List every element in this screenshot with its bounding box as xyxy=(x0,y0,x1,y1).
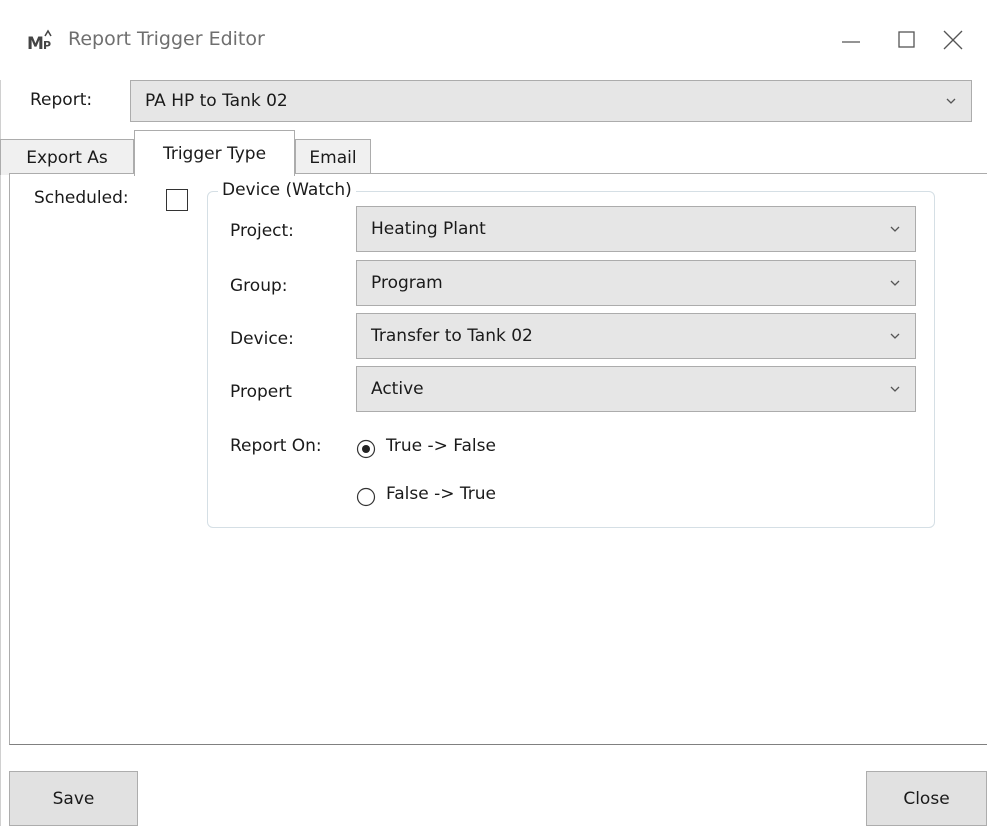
device-dropdown[interactable]: Transfer to Tank 02 xyxy=(356,313,916,359)
scheduled-label: Scheduled: xyxy=(34,188,129,208)
group-dropdown[interactable]: Program xyxy=(356,260,916,306)
close-window-button[interactable] xyxy=(934,24,974,56)
report-trigger-editor-window: M P Report Trigger Editor Report: PA HP … xyxy=(0,0,987,826)
report-on-label: Report On: xyxy=(230,436,322,456)
report-dropdown[interactable]: PA HP to Tank 02 xyxy=(130,80,972,122)
radio-false-to-true[interactable] xyxy=(356,487,376,507)
tab-email[interactable]: Email xyxy=(295,139,371,175)
close-icon xyxy=(943,30,963,50)
property-label: Propert xyxy=(230,382,292,402)
project-dropdown[interactable]: Heating Plant xyxy=(356,206,916,252)
maximize-icon xyxy=(898,31,915,48)
radio-label: False -> True xyxy=(386,484,496,504)
group-label: Group: xyxy=(230,276,288,296)
svg-text:M: M xyxy=(27,34,44,53)
device-dropdown-value: Transfer to Tank 02 xyxy=(371,326,533,346)
chevron-down-icon xyxy=(890,333,900,339)
window-title: Report Trigger Editor xyxy=(68,28,265,50)
tab-label: Export As xyxy=(26,147,108,168)
close-button[interactable]: Close xyxy=(866,771,987,826)
save-button[interactable]: Save xyxy=(9,771,138,826)
report-dropdown-value: PA HP to Tank 02 xyxy=(145,91,288,111)
svg-text:P: P xyxy=(43,39,51,52)
report-label: Report: xyxy=(30,90,93,110)
radio-checked-icon xyxy=(356,439,376,459)
tab-export-as[interactable]: Export As xyxy=(0,139,134,175)
chevron-down-icon xyxy=(890,280,900,286)
window-border xyxy=(0,80,1,826)
minimize-icon xyxy=(842,41,860,43)
device-label: Device: xyxy=(230,329,294,349)
minimize-button[interactable] xyxy=(838,24,878,56)
app-logo-icon: M P xyxy=(26,27,58,54)
tab-label: Email xyxy=(309,147,357,168)
group-dropdown-value: Program xyxy=(371,273,443,293)
radio-unchecked-icon xyxy=(356,487,376,507)
groupbox-title: Device (Watch) xyxy=(218,180,356,200)
property-dropdown-value: Active xyxy=(371,379,424,399)
tab-trigger-type[interactable]: Trigger Type xyxy=(134,130,295,176)
property-dropdown[interactable]: Active xyxy=(356,366,916,412)
title-bar[interactable]: M P Report Trigger Editor xyxy=(0,0,987,80)
scheduled-checkbox[interactable] xyxy=(166,189,188,211)
tab-label: Trigger Type xyxy=(162,143,267,164)
close-button-label: Close xyxy=(903,788,950,809)
chevron-down-icon xyxy=(890,226,900,232)
chevron-down-icon xyxy=(890,386,900,392)
radio-true-to-false[interactable] xyxy=(356,439,376,459)
project-label: Project: xyxy=(230,221,294,241)
chevron-down-icon xyxy=(946,98,956,104)
tab-strip: Export As Trigger Type Email xyxy=(0,128,987,176)
radio-label: True -> False xyxy=(386,436,496,456)
project-dropdown-value: Heating Plant xyxy=(371,219,486,239)
maximize-button[interactable] xyxy=(893,24,933,56)
save-button-label: Save xyxy=(52,788,95,809)
